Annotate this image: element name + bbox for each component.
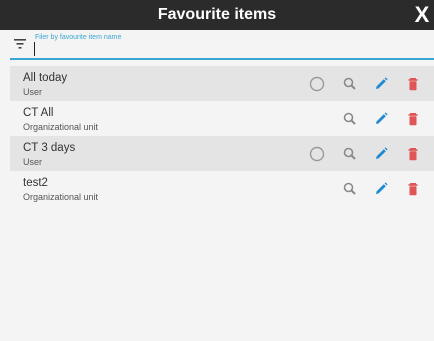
item-type: User: [23, 87, 43, 97]
dialog-title: Favourite items: [157, 6, 277, 23]
circle-icon[interactable]: [308, 145, 326, 163]
item-name: test2: [23, 177, 48, 189]
filter-bar: Filer by favourite item name: [10, 30, 434, 60]
filter-input[interactable]: [34, 43, 416, 57]
edit-icon[interactable]: [372, 75, 390, 93]
circle-icon[interactable]: [308, 75, 326, 93]
close-icon[interactable]: X: [412, 0, 432, 30]
search-icon[interactable]: [341, 145, 359, 163]
list-item[interactable]: All today User: [10, 66, 434, 101]
item-name: CT All: [23, 107, 54, 119]
edit-icon[interactable]: [372, 180, 390, 198]
item-type: Organizational unit: [23, 192, 99, 202]
list-item[interactable]: test2 Organizational unit: [10, 171, 434, 206]
search-icon[interactable]: [341, 180, 359, 198]
title-bar: Favourite items X: [0, 0, 434, 30]
item-name: CT 3 days: [23, 142, 76, 154]
list-item[interactable]: CT 3 days User: [10, 136, 434, 171]
delete-icon[interactable]: [404, 180, 422, 198]
delete-icon[interactable]: [404, 110, 422, 128]
item-type: Organizational unit: [23, 122, 99, 132]
item-name: All today: [23, 72, 68, 84]
list-item[interactable]: CT All Organizational unit: [10, 101, 434, 136]
delete-icon[interactable]: [404, 75, 422, 93]
filter-icon[interactable]: [14, 39, 26, 49]
edit-icon[interactable]: [372, 145, 390, 163]
edit-icon[interactable]: [372, 110, 390, 128]
search-icon[interactable]: [341, 75, 359, 93]
search-icon[interactable]: [341, 110, 359, 128]
filter-label: Filer by favourite item name: [35, 34, 122, 41]
delete-icon[interactable]: [404, 145, 422, 163]
favourites-list: All today User CT All Organizational uni…: [10, 66, 434, 206]
item-type: User: [23, 157, 43, 167]
